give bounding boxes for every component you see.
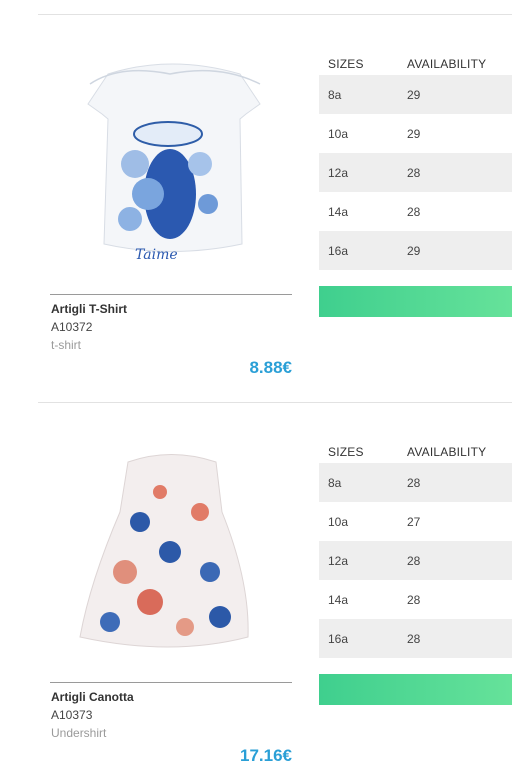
table-row[interactable]: 8a 28 [319, 463, 512, 502]
product-code: A10372 [51, 320, 93, 334]
size-cell: 12a [328, 165, 349, 180]
table-row[interactable]: 8a 29 [319, 75, 512, 114]
table-row[interactable]: 12a 28 [319, 153, 512, 192]
product-category: t-shirt [51, 338, 81, 352]
qty-cell: 28 [407, 165, 421, 180]
size-availability-table: SIZES AVAILABILITY 8a 28 10a 27 12a 28 14a 2… [319, 428, 512, 658]
table-row[interactable]: 16a 29 [319, 231, 512, 270]
table-header: SIZES AVAILABILITY [319, 428, 512, 463]
size-cell: 14a [328, 592, 349, 607]
info-rule [50, 682, 292, 683]
product-image[interactable]: Taime [50, 44, 292, 284]
size-cell: 14a [328, 204, 349, 219]
qty-cell: 28 [407, 475, 421, 490]
table-row[interactable]: 10a 29 [319, 114, 512, 153]
size-cell: 10a [328, 514, 349, 529]
product-category: Undershirt [51, 726, 107, 740]
size-availability-table: SIZES AVAILABILITY 8a 29 10a 29 12a 28 14a 2… [319, 40, 512, 270]
info-rule [50, 294, 292, 295]
table-row[interactable]: 16a 28 [319, 619, 512, 658]
size-cell: 8a [328, 475, 342, 490]
svg-text:Taime: Taime [135, 247, 178, 263]
size-cell: 16a [328, 631, 349, 646]
table-row[interactable]: 14a 28 [319, 192, 512, 231]
col-sizes-header: SIZES [328, 445, 364, 459]
size-cell: 12a [328, 553, 349, 568]
table-header: SIZES AVAILABILITY [319, 40, 512, 75]
qty-cell: 27 [407, 514, 421, 529]
size-cell: 16a [328, 243, 349, 258]
qty-cell: 28 [407, 204, 421, 219]
product-code: A10373 [51, 708, 93, 722]
add-to-cart-button[interactable] [319, 286, 512, 317]
table-row[interactable]: 14a 28 [319, 580, 512, 619]
product-name[interactable]: Artigli T-Shirt [51, 302, 127, 316]
product-card: Artigli Canotta A10373 Undershirt 17.16€… [0, 388, 512, 768]
table-row[interactable]: 10a 27 [319, 502, 512, 541]
product-price: 8.88€ [249, 358, 292, 377]
col-availability-header: AVAILABILITY [407, 445, 487, 459]
col-sizes-header: SIZES [328, 57, 364, 71]
add-to-cart-button[interactable] [319, 674, 512, 705]
qty-cell: 28 [407, 631, 421, 646]
qty-cell: 28 [407, 592, 421, 607]
size-cell: 8a [328, 87, 342, 102]
qty-cell: 29 [407, 126, 421, 141]
product-image[interactable] [50, 432, 292, 672]
qty-cell: 28 [407, 553, 421, 568]
product-price: 17.16€ [240, 746, 292, 765]
tshirt-image-icon: Taime [87, 63, 261, 263]
size-cell: 10a [328, 126, 349, 141]
qty-cell: 29 [407, 87, 421, 102]
col-availability-header: AVAILABILITY [407, 57, 487, 71]
floral-dress-image-icon [79, 454, 249, 648]
product-card: Taime Artigli T-Shirt A10372 t-shirt 8.8… [0, 0, 512, 380]
product-name[interactable]: Artigli Canotta [51, 690, 134, 704]
table-row[interactable]: 12a 28 [319, 541, 512, 580]
qty-cell: 29 [407, 243, 421, 258]
